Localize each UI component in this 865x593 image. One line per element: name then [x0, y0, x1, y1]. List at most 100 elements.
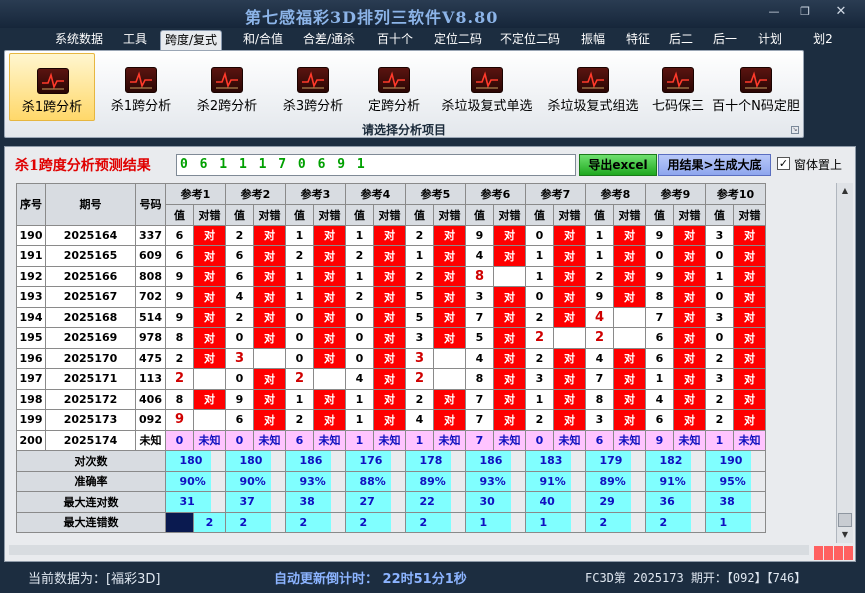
- ref-value: 8: [585, 388, 614, 410]
- ref-value: 2: [285, 245, 314, 267]
- table-row[interactable]: 193 2025167 702 9 对 4 对 1 对 2 对 5 对 3 对 0 对 9 对 8 对 0 对: [16, 286, 766, 308]
- row-period: 2025164: [45, 224, 136, 246]
- ref-value: 2: [405, 368, 434, 390]
- close-button[interactable]: ✕: [833, 5, 849, 19]
- ribbon-button-2[interactable]: 杀2跨分析: [185, 53, 269, 121]
- vertical-scrollbar[interactable]: ▲ ▼: [836, 183, 853, 543]
- ref-value: 1: [285, 388, 314, 410]
- stat-label: 最大连错数: [16, 511, 166, 533]
- ribbon-button-3[interactable]: 杀3跨分析: [271, 53, 355, 121]
- menu-item-8[interactable]: 振幅: [578, 30, 608, 50]
- prediction-value: 1: [405, 429, 434, 451]
- menu-item-6[interactable]: 定位二码: [430, 30, 486, 50]
- ribbon-expand-icon[interactable]: ↘: [791, 126, 799, 134]
- ribbon-button-7[interactable]: 七码保三: [647, 53, 709, 121]
- menu-item-10[interactable]: 后二: [667, 30, 695, 50]
- stat-label: 对次数: [16, 450, 166, 472]
- ribbon-button-5[interactable]: 杀垃圾复式单选: [435, 53, 539, 121]
- prediction-value: 0: [225, 429, 254, 451]
- ref-result: 对: [313, 306, 346, 328]
- ref-result: 对: [373, 388, 406, 410]
- table-row[interactable]: 190 2025164 337 6 对 2 对 1 对 1 对 2 对 9 对 0 对 1 对 9 对 3 对: [16, 224, 766, 246]
- ref-result: 对: [613, 368, 646, 390]
- scroll-down-icon[interactable]: ▼: [837, 527, 853, 543]
- header-ref: 参考9: [645, 183, 706, 205]
- menu-item-0[interactable]: 系统数据: [54, 30, 104, 50]
- table-row[interactable]: 199 2025173 092 9 6 对 2 对 1 对 4 对 7 对 2 对 3 对 6 对 2 对: [16, 409, 766, 431]
- ref-value: 2: [525, 409, 554, 431]
- menu-item-1[interactable]: 工具: [120, 30, 150, 50]
- ref-value: 3: [585, 409, 614, 431]
- ribbon-button-4[interactable]: 定跨分析: [355, 53, 433, 121]
- scroll-up-icon[interactable]: ▲: [837, 183, 853, 199]
- ref-result: 对: [493, 368, 526, 390]
- topmost-checkbox[interactable]: ✓: [777, 157, 790, 170]
- ref-value: 8: [645, 286, 674, 308]
- table-row[interactable]: 196 2025170 475 2 对 3 0 对 0 对 3 4 对 2 对 4 对 6 对 2 对: [16, 347, 766, 369]
- ref-value: 3: [705, 368, 734, 390]
- menu-item-9[interactable]: 特征: [623, 30, 653, 50]
- ref-result: 对: [493, 388, 526, 410]
- ref-value: 3: [465, 286, 494, 308]
- header-value: 值: [165, 204, 194, 226]
- ref-result: 对: [733, 388, 766, 410]
- ref-result: 对: [433, 286, 466, 308]
- ref-result: 对: [253, 327, 286, 349]
- ribbon-button-0[interactable]: 杀1跨分析: [9, 53, 95, 121]
- table-row[interactable]: 198 2025172 406 8 对 9 对 1 对 1 对 2 对 7 对 1 对 8 对 4 对 2 对: [16, 388, 766, 410]
- ribbon-button-1[interactable]: 杀1跨分析: [99, 53, 183, 121]
- table-row[interactable]: 197 2025171 113 2 0 对 2 4 对 2 8 对 3 对 7 对 1 对 3 对: [16, 368, 766, 390]
- header-value: 值: [525, 204, 554, 226]
- ref-value: 5: [405, 306, 434, 328]
- ribbon-button-8[interactable]: 百十个N码定胆: [711, 53, 801, 121]
- table-row[interactable]: 194 2025168 514 9 对 2 对 0 对 0 对 5 对 7 对 2 对 4 7 对 3 对: [16, 306, 766, 328]
- table-row[interactable]: 192 2025166 808 9 对 6 对 1 对 1 对 2 对 8 1 对 2 对 9 对 1 对: [16, 265, 766, 287]
- stat-value: 93%: [479, 470, 512, 492]
- menu-item-4[interactable]: 合差/通杀: [301, 30, 357, 50]
- menu-item-7[interactable]: 不定位二码: [498, 30, 562, 50]
- ref-value: 7: [585, 368, 614, 390]
- table-row[interactable]: 195 2025169 978 8 对 0 对 0 对 0 对 3 对 5 对 2 2 6 对 0 对: [16, 327, 766, 349]
- menu-item-13[interactable]: 划2: [811, 30, 835, 50]
- ribbon-button-6[interactable]: 杀垃圾复式组选: [541, 53, 645, 121]
- ribbon-button-label: 杀1跨分析: [110, 99, 172, 114]
- status-current-data: 当前数据为：[福彩3D]: [28, 572, 161, 587]
- horizontal-scrollbar[interactable]: [9, 545, 809, 555]
- title-bar: 第七感福彩3D排列三软件V8.80 — ❐ ✕: [0, 0, 865, 28]
- ref-value: 0: [345, 347, 374, 369]
- ref-value: 0: [705, 245, 734, 267]
- header-ref: 参考7: [525, 183, 586, 205]
- menu-item-12[interactable]: 计划: [755, 30, 785, 50]
- chart-icon: [471, 67, 503, 93]
- ref-result: 对: [613, 265, 646, 287]
- prediction-row[interactable]: 200 2025174 未知 0 未知 0 未知 6 未知 1 未知 1 未知 7 未知 0 未知 6 未知 9 未知 1…: [16, 429, 766, 451]
- prediction-value: 6: [285, 429, 314, 451]
- prediction-value: 0: [525, 429, 554, 451]
- stat-value: 190: [719, 450, 752, 472]
- ref-result: 对: [553, 224, 586, 246]
- generate-base-button[interactable]: 用结果>生成大底: [658, 154, 771, 176]
- ref-value: 0: [285, 347, 314, 369]
- ref-result: 对: [673, 409, 706, 431]
- row-seq: 196: [16, 347, 46, 369]
- result-field[interactable]: 0 6 1 1 1 7 0 6 9 1: [176, 154, 576, 176]
- status-countdown: 自动更新倒计时： 22时51分1秒: [274, 572, 467, 587]
- ref-result: 对: [673, 306, 706, 328]
- ref-value: 3: [405, 327, 434, 349]
- header-result: 对错: [433, 204, 466, 226]
- menu-item-3[interactable]: 和/合值: [239, 30, 287, 50]
- ref-value: 8: [465, 265, 494, 287]
- menu-item-5[interactable]: 百十个: [376, 30, 414, 50]
- minimize-button[interactable]: —: [766, 5, 782, 19]
- menu-item-2[interactable]: 跨度/复式: [160, 30, 222, 50]
- scroll-thumb[interactable]: [838, 513, 852, 527]
- ref-value: 0: [225, 327, 254, 349]
- row-number: 702: [135, 286, 166, 308]
- ref-value: 0: [705, 327, 734, 349]
- maximize-button[interactable]: ❐: [797, 5, 813, 19]
- menu-item-11[interactable]: 后一: [710, 30, 740, 50]
- stat-value: 2: [659, 511, 692, 533]
- stat-value: 2: [599, 511, 632, 533]
- table-row[interactable]: 191 2025165 609 6 对 6 对 2 对 2 对 1 对 4 对 1 对 1 对 0 对 0 对: [16, 245, 766, 267]
- export-excel-button[interactable]: 导出excel: [579, 154, 657, 176]
